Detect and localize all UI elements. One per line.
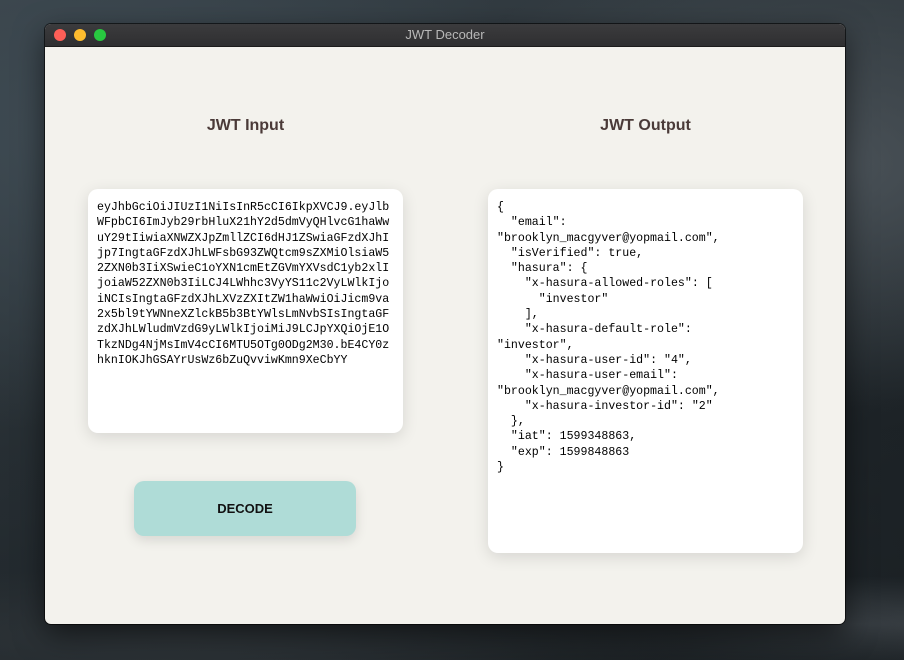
app-window: JWT Decoder JWT Input JWT Output eyJhbGc… (45, 24, 845, 624)
jwt-input-heading: JWT Input (206, 117, 285, 134)
jwt-input-field[interactable]: eyJhbGciOiJIUzI1NiIsInR5cCI6IkpXVCJ9.eyJ… (88, 189, 403, 433)
decode-button[interactable]: DECODE (134, 481, 356, 536)
window-title: JWT Decoder (405, 27, 485, 42)
jwt-output-heading: JWT Output (600, 117, 691, 134)
title-bar[interactable]: JWT Decoder (45, 24, 845, 47)
jwt-output-panel: { "email": "brooklyn_macgyver@yopmail.co… (488, 189, 803, 553)
decoded-json-text: { "email": "brooklyn_macgyver@yopmail.co… (497, 201, 720, 475)
jwt-token-text[interactable]: eyJhbGciOiJIUzI1NiIsInR5cCI6IkpXVCJ9.eyJ… (97, 200, 394, 368)
